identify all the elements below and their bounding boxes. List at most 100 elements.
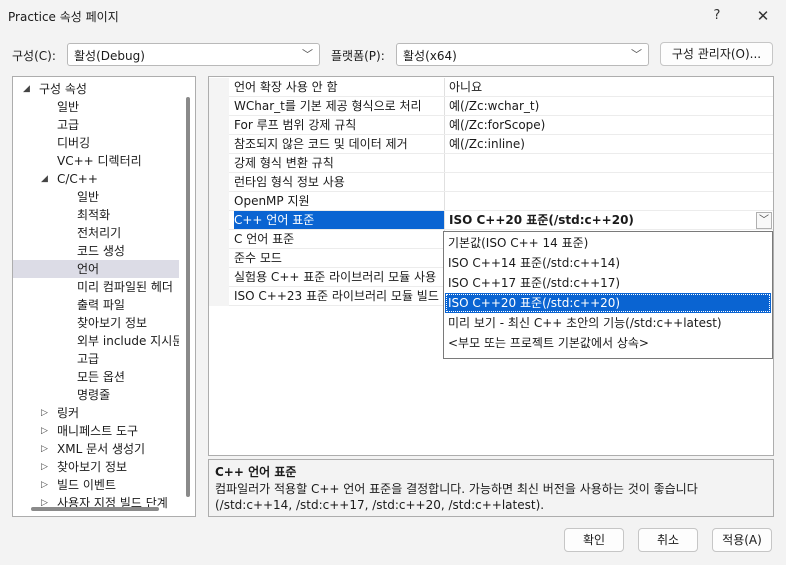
tree-item[interactable]: VC++ 디렉터리	[13, 152, 179, 170]
collapsed-arrow-icon[interactable]: ▷	[41, 422, 48, 440]
property-row[interactable]: WChar_t를 기본 제공 형식으로 처리 예(/Zc:wchar_t)	[209, 97, 773, 116]
dropdown-option[interactable]: 미리 보기 - 최신 C++ 초안의 기능(/std:c++latest)	[445, 313, 771, 333]
tree-item[interactable]: 미리 컴파일된 헤더	[13, 278, 179, 296]
ok-button[interactable]: 확인	[564, 528, 624, 552]
property-row[interactable]: C++ 언어 표준 ISO C++20 표준(/std:c++20) ﹀	[209, 211, 773, 230]
property-value[interactable]: ISO C++20 표준(/std:c++20)	[449, 211, 769, 230]
property-name: For 루프 범위 강제 규칙	[234, 118, 357, 132]
tree-item[interactable]: 언어	[13, 260, 179, 278]
row-gutter	[209, 211, 229, 230]
tree-item[interactable]: 일반	[13, 98, 179, 116]
tree-item-label: 외부 include 지시문	[77, 334, 179, 348]
tree-item-label: VC++ 디렉터리	[57, 154, 142, 168]
tree-item[interactable]: ◢ C/C++	[13, 170, 179, 188]
collapsed-arrow-icon[interactable]: ▷	[41, 476, 48, 494]
property-row[interactable]: OpenMP 지원	[209, 192, 773, 211]
dropdown-option[interactable]: ISO C++17 표준(/std:c++17)	[445, 273, 771, 293]
cancel-button[interactable]: 취소	[638, 528, 698, 552]
column-divider	[444, 211, 445, 230]
tree-item[interactable]: 디버깅	[13, 134, 179, 152]
property-name: 런타임 형식 정보 사용	[234, 175, 345, 189]
row-gutter	[209, 173, 229, 192]
tree-item-label: XML 문서 생성기	[57, 442, 146, 456]
dropdown-toggle-icon[interactable]: ﹀	[756, 212, 772, 229]
description-text: 컴파일러가 적용할 C++ 언어 표준을 결정합니다. 가능하면 최신 버전을 …	[215, 482, 698, 512]
property-name: WChar_t를 기본 제공 형식으로 처리	[234, 99, 422, 113]
tree-item-label: 매니페스트 도구	[57, 424, 139, 438]
tree-item-label: 출력 파일	[77, 298, 125, 312]
tree-item[interactable]: 고급	[13, 116, 179, 134]
tree-item[interactable]: 모든 옵션	[13, 368, 179, 386]
property-row[interactable]: 언어 확장 사용 안 함 아니요	[209, 78, 773, 97]
property-value[interactable]: 예(/Zc:wchar_t)	[449, 97, 769, 116]
dropdown-option[interactable]: ISO C++20 표준(/std:c++20)	[445, 293, 771, 313]
tree-item[interactable]: ▷ 링커	[13, 404, 179, 422]
help-button[interactable]: ?	[702, 4, 732, 28]
property-row[interactable]: 런타임 형식 정보 사용	[209, 173, 773, 192]
row-gutter	[209, 116, 229, 135]
tree-item-label: 언어	[77, 262, 100, 276]
tree-item[interactable]: 일반	[13, 188, 179, 206]
category-tree[interactable]: ◢ 구성 속성 일반 고급 디버깅 VC++ 디렉터리 ◢ C/C++ 일반 최적화 전처리기 코드 …	[12, 76, 196, 517]
language-standard-dropdown[interactable]: 기본값(ISO C++ 14 표준) ISO C++14 표준(/std:c++1…	[443, 231, 773, 359]
property-value[interactable]	[449, 173, 769, 192]
tree-item[interactable]: ▷ 찾아보기 정보	[13, 458, 179, 476]
configuration-select[interactable]: 활성(Debug) ﹀	[67, 43, 320, 66]
tree-item-label: 디버깅	[57, 136, 91, 150]
property-row[interactable]: For 루프 범위 강제 규칙 예(/Zc:forScope)	[209, 116, 773, 135]
property-value[interactable]	[449, 192, 769, 211]
tree-item[interactable]: 코드 생성	[13, 242, 179, 260]
tree-item[interactable]: 명령줄	[13, 386, 179, 404]
row-gutter	[209, 97, 229, 116]
dropdown-option[interactable]: ISO C++14 표준(/std:c++14)	[445, 253, 771, 273]
chevron-down-icon: ﹀	[631, 48, 642, 61]
chevron-down-icon: ﹀	[302, 48, 313, 61]
tree-item[interactable]: 전처리기	[13, 224, 179, 242]
tree-item-label: 링커	[57, 406, 80, 420]
window-title: Practice 속성 페이지	[8, 10, 119, 24]
tree-horizontal-scrollbar[interactable]	[31, 507, 159, 511]
platform-select[interactable]: 활성(x64) ﹀	[396, 43, 649, 66]
property-name: ISO C++23 표준 라이브러리 모듈 빌드	[234, 289, 439, 303]
row-gutter	[209, 154, 229, 173]
tree-item-label: 모든 옵션	[77, 370, 125, 384]
tree-item[interactable]: 외부 include 지시문	[13, 332, 179, 350]
property-row[interactable]: 참조되지 않은 코드 및 데이터 제거 예(/Zc:inline)	[209, 135, 773, 154]
tree-item[interactable]: ▷ XML 문서 생성기	[13, 440, 179, 458]
property-name: 언어 확장 사용 안 함	[234, 80, 338, 94]
tree-item[interactable]: 고급	[13, 350, 179, 368]
row-gutter	[209, 78, 229, 97]
expanded-arrow-icon[interactable]: ◢	[41, 170, 48, 188]
property-value[interactable]	[449, 154, 769, 173]
expanded-arrow-icon[interactable]: ◢	[23, 80, 30, 98]
tree-item-label: 일반	[57, 100, 80, 114]
dropdown-option[interactable]: 기본값(ISO C++ 14 표준)	[445, 233, 771, 253]
tree-item[interactable]: ▷ 매니페스트 도구	[13, 422, 179, 440]
tree-vertical-scrollbar[interactable]	[186, 97, 190, 497]
dropdown-option[interactable]: <부모 또는 프로젝트 기본값에서 상속>	[445, 333, 771, 353]
property-name: 참조되지 않은 코드 및 데이터 제거	[234, 137, 408, 151]
tree-item[interactable]: 찾아보기 정보	[13, 314, 179, 332]
collapsed-arrow-icon[interactable]: ▷	[41, 440, 48, 458]
configuration-manager-button[interactable]: 구성 관리자(O)...	[660, 42, 773, 66]
property-row[interactable]: 강제 형식 변환 규칙	[209, 154, 773, 173]
tree-item[interactable]: ◢ 구성 속성	[13, 80, 179, 98]
column-divider	[444, 173, 445, 192]
collapsed-arrow-icon[interactable]: ▷	[41, 458, 48, 476]
collapsed-arrow-icon[interactable]: ▷	[41, 404, 48, 422]
tree-item-label: 찾아보기 정보	[77, 316, 148, 330]
tree-item-label: 명령줄	[77, 388, 111, 402]
property-value[interactable]: 아니요	[449, 78, 769, 97]
tree-item[interactable]: 출력 파일	[13, 296, 179, 314]
property-name: OpenMP 지원	[234, 194, 310, 208]
tree-item[interactable]: ▷ 빌드 이벤트	[13, 476, 179, 494]
tree-item[interactable]: 최적화	[13, 206, 179, 224]
apply-button[interactable]: 적용(A)	[712, 528, 772, 552]
property-value[interactable]: 예(/Zc:inline)	[449, 135, 769, 154]
tree-item-label: C/C++	[57, 172, 98, 186]
row-gutter	[209, 230, 229, 249]
close-button[interactable]: ✕	[748, 4, 778, 28]
property-value[interactable]: 예(/Zc:forScope)	[449, 116, 769, 135]
tree-item-label: 코드 생성	[77, 244, 125, 258]
platform-label: 플랫폼(P):	[331, 49, 385, 63]
